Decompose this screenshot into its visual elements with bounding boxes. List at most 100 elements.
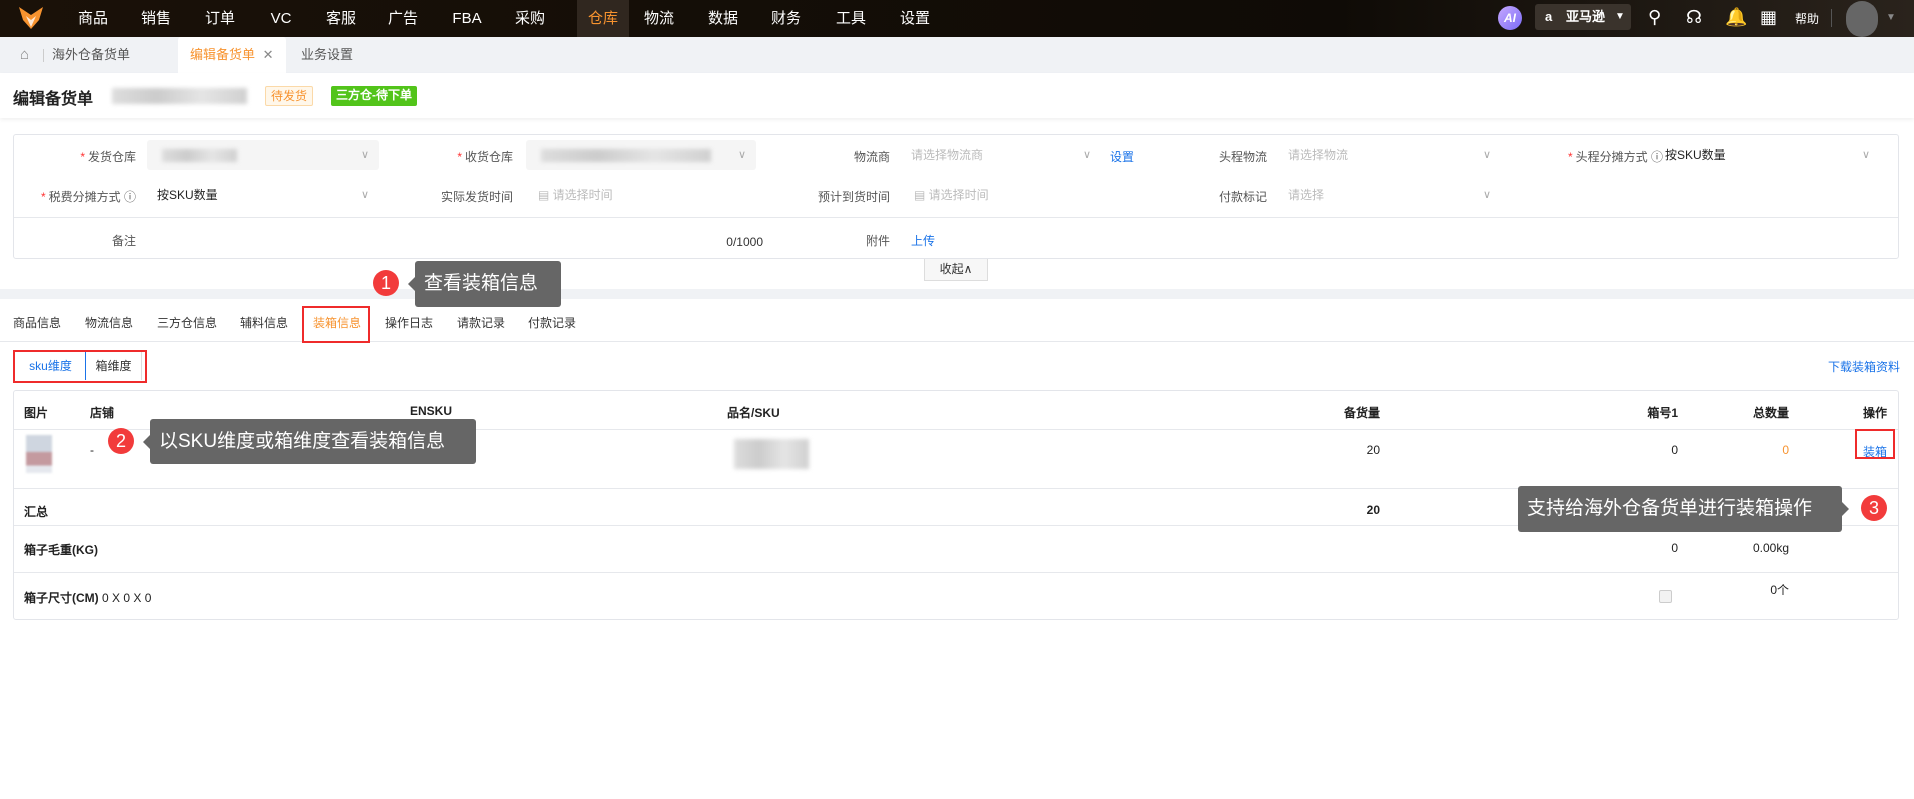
nav-settings[interactable]: 设置 bbox=[889, 0, 941, 37]
subtab-materials[interactable]: 辅料信息 bbox=[240, 314, 288, 331]
subtab-goods[interactable]: 商品信息 bbox=[13, 314, 61, 331]
upload-link[interactable]: 上传 bbox=[911, 232, 935, 249]
callout-number: 3 bbox=[1861, 495, 1887, 521]
remark-label: 备注 bbox=[111, 234, 136, 248]
divider bbox=[1831, 9, 1832, 27]
pay-mark-select[interactable]: 请选择 ∨ bbox=[1288, 180, 1501, 210]
nav-purchase[interactable]: 采购 bbox=[504, 0, 556, 37]
callout-tooltip: 查看装箱信息 bbox=[408, 261, 561, 307]
nav-finance[interactable]: 财务 bbox=[760, 0, 812, 37]
nav-data[interactable]: 数据 bbox=[697, 0, 749, 37]
marketplace-dropdown[interactable]: a 亚马逊 ▼ bbox=[1535, 4, 1631, 30]
nav-service[interactable]: 客服 bbox=[315, 0, 367, 37]
nav-warehouse[interactable]: 仓库 bbox=[577, 0, 629, 37]
col-action: 操作 bbox=[1862, 406, 1887, 420]
nav-vc[interactable]: VC bbox=[255, 0, 307, 37]
callout-tooltip: 支持给海外仓备货单进行装箱操作 bbox=[1518, 486, 1849, 532]
first-leg-alloc-label: * 头程分摊方式 ⓘ bbox=[1567, 150, 1663, 164]
chevron-down-icon: ∨ bbox=[360, 149, 369, 161]
page-header: 编辑备货单 待发货 三方仓-待下单 bbox=[0, 73, 1914, 118]
tax-alloc-select[interactable]: 按SKU数量 ∨ bbox=[157, 180, 379, 210]
nav-orders[interactable]: 订单 bbox=[194, 0, 246, 37]
nav-sales[interactable]: 销售 bbox=[130, 0, 182, 37]
carrier-select[interactable]: 请选择物流商 ∨ bbox=[911, 140, 1101, 170]
help-icon: ⓘ bbox=[1650, 150, 1663, 164]
ship-warehouse-select[interactable]: ∨ bbox=[147, 140, 379, 170]
weight-total: 0.00kg bbox=[1752, 541, 1789, 555]
nav-logistics[interactable]: 物流 bbox=[633, 0, 685, 37]
nav-ads[interactable]: 广告 bbox=[377, 0, 429, 37]
col-stock-qty: 备货量 bbox=[1343, 406, 1380, 420]
divider bbox=[14, 217, 1898, 218]
chevron-down-icon: ∨ bbox=[1082, 149, 1091, 161]
help-icon: ⓘ bbox=[123, 190, 136, 204]
order-form-card: * 发货仓库 ∨ * 收货仓库 ∨ 物流商 请选择物流商 ∨ 设置 头程物流 请选择物… bbox=[13, 134, 1899, 259]
nav-fba[interactable]: FBA bbox=[441, 0, 493, 37]
subtab-3pl[interactable]: 三方仓信息 bbox=[157, 314, 217, 331]
subtab-payments[interactable]: 付款记录 bbox=[528, 314, 576, 331]
carrier-label: 物流商 bbox=[853, 150, 890, 164]
close-icon[interactable]: ✕ bbox=[263, 47, 274, 62]
annotation-highlight bbox=[302, 306, 370, 343]
product-image[interactable] bbox=[26, 435, 52, 473]
nav-goods[interactable]: 商品 bbox=[67, 0, 119, 37]
calendar-icon: ▤ bbox=[538, 188, 553, 202]
actual-ship-time-label: 实际发货时间 bbox=[440, 190, 513, 204]
headset-icon[interactable]: ☊ bbox=[1686, 7, 1702, 28]
tab-edit-stock-order[interactable]: 编辑备货单 ✕ bbox=[178, 37, 286, 73]
tab-business-settings[interactable]: 业务设置 bbox=[301, 37, 353, 73]
page-title: 编辑备货单 bbox=[13, 91, 94, 108]
first-leg-alloc-select[interactable]: 按SKU数量 ∨ bbox=[1665, 140, 1880, 170]
help-link[interactable]: 帮助 bbox=[1795, 10, 1819, 27]
chevron-down-icon: ∨ bbox=[1482, 189, 1491, 201]
top-nav: 商品 销售 订单 VC 客服 广告 FBA 采购 仓库 物流 数据 财务 工具 … bbox=[0, 0, 1914, 37]
section-divider bbox=[0, 289, 1914, 299]
weight-box1: 0 bbox=[1671, 541, 1678, 555]
chevron-up-icon: ∧ bbox=[963, 262, 973, 276]
callout-number: 2 bbox=[108, 428, 134, 454]
amazon-icon: a bbox=[1545, 9, 1553, 24]
summary-qty: 20 bbox=[1366, 503, 1380, 517]
search-icon[interactable]: ⚲ bbox=[1648, 7, 1661, 28]
download-packing-link[interactable]: 下载装箱资料 bbox=[1828, 358, 1900, 375]
col-ensku: ENSKU bbox=[410, 404, 453, 418]
chevron-down-icon: ∨ bbox=[1861, 149, 1870, 161]
chevron-down-icon: ∨ bbox=[360, 189, 369, 201]
ship-warehouse-label: * 发货仓库 bbox=[80, 150, 136, 164]
fox-logo-icon[interactable] bbox=[18, 6, 44, 30]
recv-warehouse-select[interactable]: ∨ bbox=[526, 140, 756, 170]
summary-label: 汇总 bbox=[24, 505, 49, 519]
chevron-down-icon: ∨ bbox=[1482, 149, 1491, 161]
remark-textarea[interactable]: 0/1000 bbox=[147, 223, 771, 255]
col-name-sku: 品名/SKU bbox=[727, 406, 780, 420]
marketplace-label: 亚马逊 bbox=[1566, 9, 1606, 24]
actual-ship-time-picker[interactable]: ▤ 请选择时间 bbox=[538, 180, 738, 210]
recv-warehouse-label: * 收货仓库 bbox=[457, 150, 513, 164]
bell-icon[interactable]: 🔔 bbox=[1725, 7, 1747, 28]
caret-down-icon[interactable]: ▼ bbox=[1886, 12, 1896, 23]
subtab-logistics[interactable]: 物流信息 bbox=[85, 314, 133, 331]
subtab-logs[interactable]: 操作日志 bbox=[385, 314, 433, 331]
nav-tools[interactable]: 工具 bbox=[825, 0, 877, 37]
tab-label: 编辑备货单 bbox=[190, 47, 256, 62]
home-icon[interactable]: ⌂ bbox=[20, 37, 29, 73]
ai-button[interactable]: AI bbox=[1498, 6, 1522, 30]
status-badge: 待发货 bbox=[265, 86, 314, 106]
caret-down-icon: ▼ bbox=[1615, 11, 1625, 22]
divider bbox=[0, 341, 1914, 342]
product-name-redacted bbox=[734, 439, 809, 469]
divider bbox=[43, 49, 44, 62]
tab-overseas-stock-list[interactable]: 海外仓备货单 bbox=[52, 37, 130, 73]
calendar-icon: ▤ bbox=[914, 188, 929, 202]
eta-picker[interactable]: ▤ 请选择时间 bbox=[914, 180, 1104, 210]
avatar[interactable] bbox=[1846, 1, 1878, 37]
weight-label: 箱子毛重(KG) bbox=[24, 543, 98, 557]
first-leg-select[interactable]: 请选择物流 ∨ bbox=[1288, 140, 1501, 170]
collapse-button[interactable]: 收起∧ bbox=[924, 259, 988, 281]
apps-grid-icon[interactable]: ▦ bbox=[1760, 7, 1777, 28]
col-image: 图片 bbox=[24, 406, 49, 420]
subtab-payment-requests[interactable]: 请款记录 bbox=[457, 314, 505, 331]
type-badge: 三方仓-待下单 bbox=[331, 86, 417, 106]
page-tab-bar: ⌂ 海外仓备货单 编辑备货单 ✕ 业务设置 bbox=[0, 37, 1914, 73]
callout-tooltip: 以SKU维度或箱维度查看装箱信息 bbox=[143, 419, 476, 464]
